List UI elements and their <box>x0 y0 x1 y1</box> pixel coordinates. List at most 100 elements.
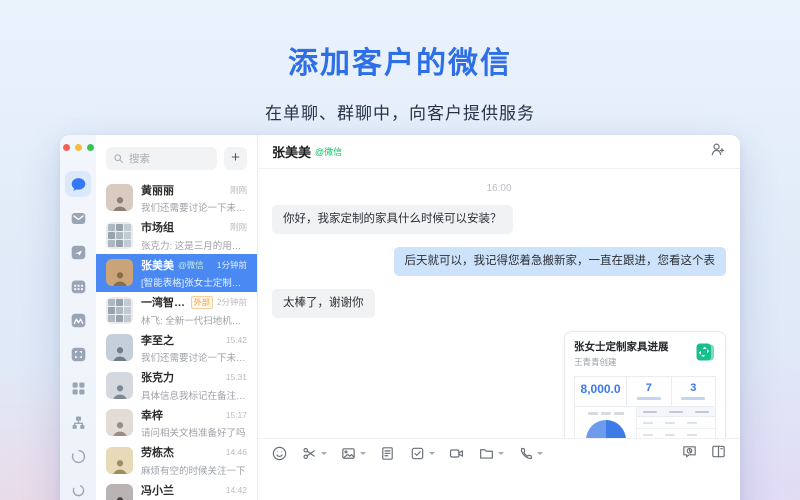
minimize-window-button[interactable] <box>75 144 82 151</box>
video-camera-icon <box>448 445 465 462</box>
nav-calendar[interactable] <box>65 273 91 299</box>
nav-app-ring[interactable] <box>65 443 91 469</box>
chat-history-button[interactable] <box>681 443 698 465</box>
avatar <box>106 372 133 399</box>
message-row: 张女士定制家具进展 王青青创建 8,000.0 7 3 <box>272 331 726 438</box>
dropdown-caret <box>537 452 543 455</box>
chat-history-icon <box>681 443 698 460</box>
wechat-badge: @微信 <box>178 259 204 271</box>
video-call-button[interactable] <box>448 445 465 462</box>
wechat-badge: @微信 <box>315 145 342 158</box>
calendar-icon <box>70 278 87 295</box>
nav-workbench[interactable] <box>65 375 91 401</box>
list-item[interactable]: 李至之 15:42 我们还需要讨论一下未来... <box>96 329 257 367</box>
chat-list-panel: 搜索 + 黄丽丽 刚刚 我们还需要讨论一下未来的... 市场组 刚刚 <box>96 135 258 500</box>
message-toolbar <box>258 438 740 468</box>
card-charts <box>574 407 716 438</box>
emoji-button[interactable] <box>271 445 288 462</box>
screen-share-icon <box>70 346 87 363</box>
nav-meeting[interactable] <box>65 307 91 333</box>
dropdown-caret <box>321 452 327 455</box>
split-view-icon <box>710 443 727 460</box>
close-window-button[interactable] <box>63 144 70 151</box>
message-bubble-left: 太棒了，谢谢你 <box>272 289 375 318</box>
card-creator: 王青青创建 <box>574 356 669 368</box>
mail-icon <box>70 210 87 227</box>
chat-title: 张美美 <box>272 142 311 161</box>
app-ring-icon <box>70 448 87 465</box>
nav-contacts[interactable] <box>65 409 91 435</box>
search-row: 搜索 + <box>96 135 257 179</box>
stat-value: 7 <box>629 382 668 394</box>
dropdown-caret <box>429 452 435 455</box>
folder-button[interactable] <box>478 445 504 462</box>
stat-value: 8,000.0 <box>577 382 624 396</box>
app-swirl-icon <box>70 482 87 499</box>
add-member-button[interactable] <box>709 141 726 163</box>
message-input[interactable] <box>258 468 740 500</box>
avatar <box>106 334 133 361</box>
rail-nav <box>65 171 91 500</box>
smart-table-icon <box>694 341 716 363</box>
org-chart-icon <box>70 414 87 431</box>
card-stats: 8,000.0 7 3 <box>574 376 716 407</box>
avatar <box>106 484 133 500</box>
chat-bubble-icon <box>70 176 87 193</box>
split-view-button[interactable] <box>710 443 727 465</box>
dropdown-caret <box>498 452 504 455</box>
nav-app-swirl[interactable] <box>65 477 91 500</box>
stat-value: 3 <box>674 382 713 394</box>
chat-list: 黄丽丽 刚刚 我们还需要讨论一下未来的... 市场组 刚刚 张克力: 这是三月的… <box>96 179 257 500</box>
screenshot-button[interactable] <box>301 445 327 462</box>
pie-chart <box>586 420 626 438</box>
nav-docs[interactable] <box>65 239 91 265</box>
file-icon <box>379 445 396 462</box>
list-item[interactable]: 幸梓 15:17 请问相关文档准备好了吗 <box>96 404 257 442</box>
dropdown-caret <box>360 452 366 455</box>
list-item[interactable]: 冯小兰 14:42 我有点做不完了 <box>96 479 257 500</box>
nav-chat[interactable] <box>65 171 91 197</box>
list-item-selected[interactable]: 张美美 @微信 1分钟前 [智能表格]张女士定制家... <box>96 254 257 292</box>
conversation-panel: 张美美 @微信 16:00 你好，我家定制的家具什么时候可以安装？ 后天就可以，… <box>258 135 740 500</box>
list-item[interactable]: 市场组 刚刚 张克力: 这是三月的用户反... <box>96 217 257 255</box>
message-row: 太棒了，谢谢你 <box>272 289 726 318</box>
phone-icon <box>517 445 534 462</box>
meeting-icon <box>70 312 87 329</box>
avatar <box>106 184 133 211</box>
image-icon <box>340 445 357 462</box>
app-window: 搜索 + 黄丽丽 刚刚 我们还需要讨论一下未来的... 市场组 刚刚 <box>60 135 740 500</box>
message-area: 16:00 你好，我家定制的家具什么时候可以安装？ 后天就可以，我记得您着急搬新… <box>258 169 740 438</box>
hero: 添加客户的微信 在单聊、群聊中，向客户提供服务 <box>0 0 800 124</box>
message-bubble-left: 你好，我家定制的家具什么时候可以安装？ <box>272 205 513 234</box>
page-subtitle: 在单聊、群聊中，向客户提供服务 <box>0 99 800 124</box>
folder-icon <box>478 445 495 462</box>
smart-table-card[interactable]: 张女士定制家具进展 王青青创建 8,000.0 7 3 <box>564 331 726 438</box>
file-button[interactable] <box>379 445 396 462</box>
search-input[interactable]: 搜索 <box>106 147 217 170</box>
nav-screen-share[interactable] <box>65 341 91 367</box>
person-add-icon <box>709 141 726 158</box>
group-avatar <box>106 222 133 249</box>
todo-check-icon <box>409 445 426 462</box>
chat-header: 张美美 @微信 <box>258 135 740 169</box>
search-icon <box>113 153 124 164</box>
search-placeholder: 搜索 <box>129 151 150 166</box>
list-item[interactable]: 一湾智能生活群-天河店 外部 2分钟前 林飞: 全新一代扫地机器... <box>96 292 257 330</box>
image-button[interactable] <box>340 445 366 462</box>
voice-call-button[interactable] <box>517 445 543 462</box>
left-rail <box>60 135 96 500</box>
list-item[interactable]: 劳栋杰 14:46 麻烦有空的时候关注一下 <box>96 442 257 480</box>
list-item[interactable]: 张克力 15:31 具体信息我标记在备注里了 <box>96 367 257 405</box>
zoom-window-button[interactable] <box>87 144 94 151</box>
add-chat-button[interactable]: + <box>224 147 247 170</box>
doc-send-icon <box>70 244 87 261</box>
emoji-icon <box>271 445 288 462</box>
message-row: 你好，我家定制的家具什么时候可以安装？ <box>272 205 726 234</box>
external-tag: 外部 <box>191 296 213 309</box>
todo-button[interactable] <box>409 445 435 462</box>
avatar <box>106 409 133 436</box>
timestamp: 16:00 <box>272 183 726 194</box>
nav-mail[interactable] <box>65 205 91 231</box>
list-item[interactable]: 黄丽丽 刚刚 我们还需要讨论一下未来的... <box>96 179 257 217</box>
workbench-icon <box>70 380 87 397</box>
